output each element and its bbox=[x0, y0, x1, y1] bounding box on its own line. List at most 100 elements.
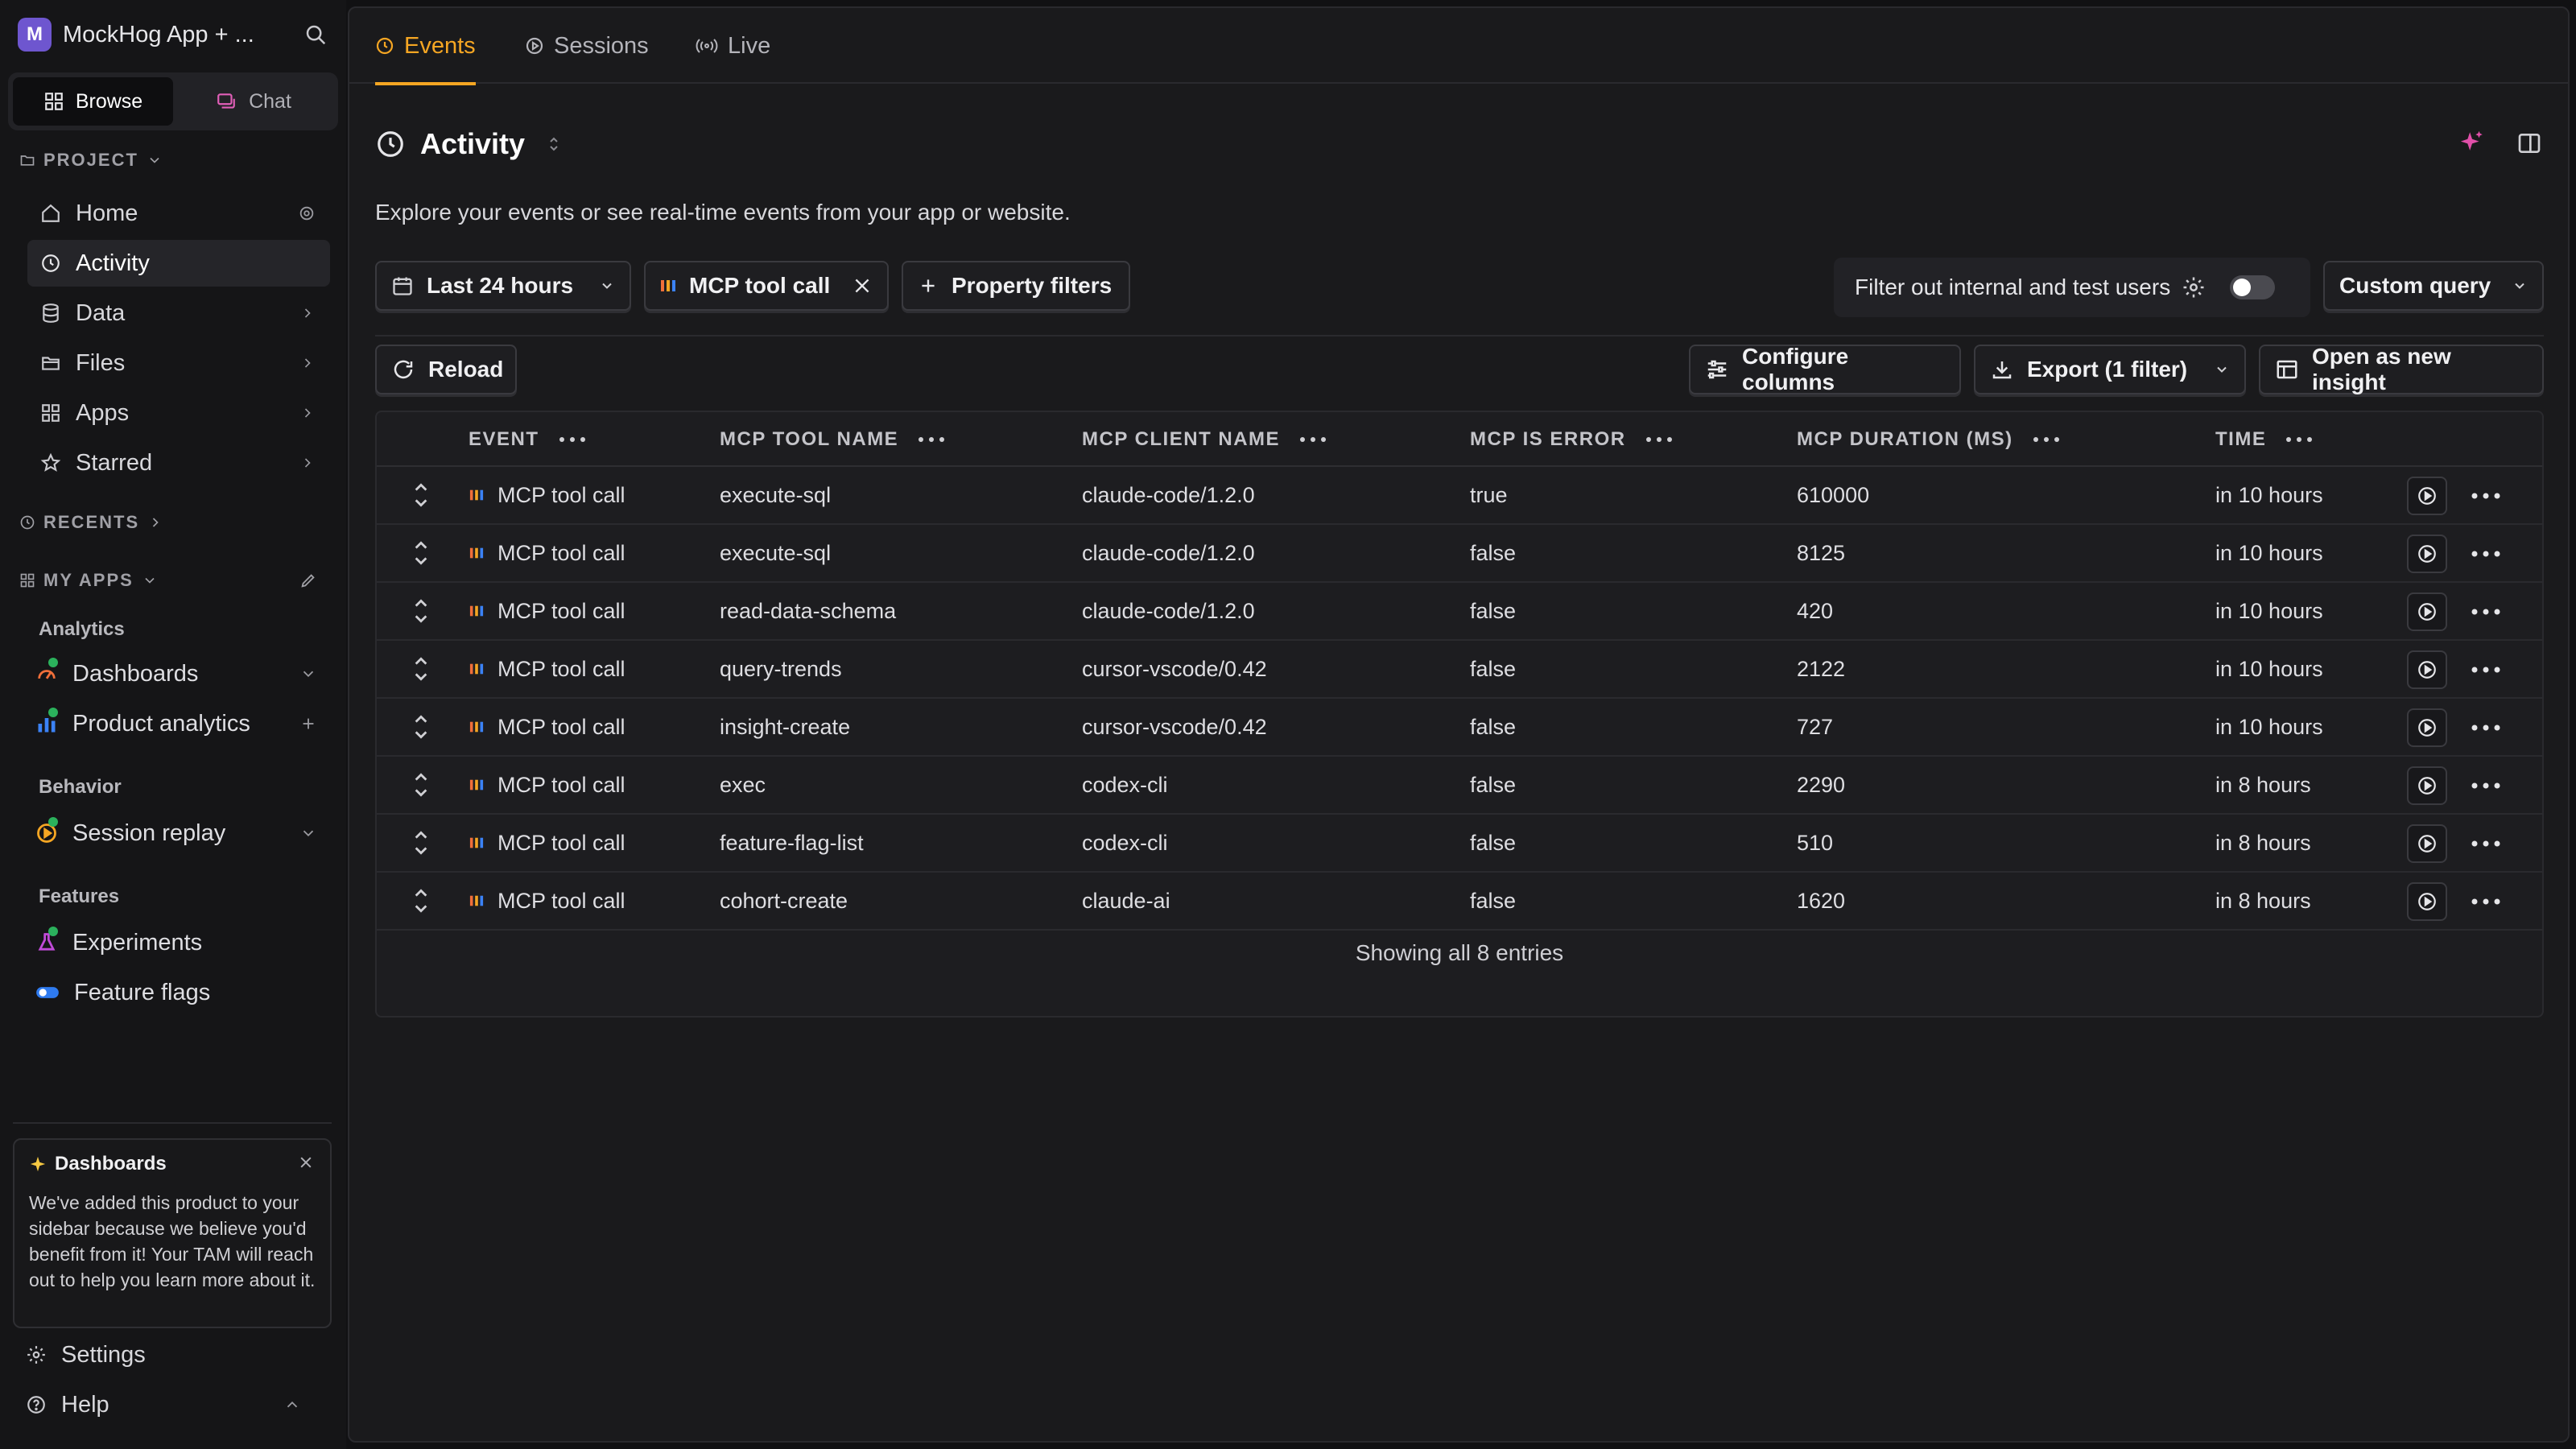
internal-filter-toggle[interactable] bbox=[2230, 275, 2276, 299]
sidebar-item-home[interactable]: Home bbox=[27, 190, 330, 237]
gear-icon[interactable] bbox=[2182, 275, 2206, 299]
column-header-event[interactable]: EVENT bbox=[469, 412, 586, 467]
expand-row-icon[interactable] bbox=[411, 886, 431, 916]
tab-live[interactable]: Live bbox=[696, 8, 770, 84]
cell-text: query-trends bbox=[720, 656, 842, 681]
filter-divider bbox=[375, 335, 2544, 336]
table-row[interactable]: MCP tool call cohort-create claude-ai false… bbox=[377, 873, 2542, 931]
more-icon[interactable] bbox=[2470, 536, 2502, 572]
close-icon[interactable] bbox=[298, 1154, 314, 1170]
chevron-up-icon[interactable] bbox=[283, 1396, 301, 1414]
search-icon[interactable] bbox=[299, 19, 332, 51]
more-icon[interactable] bbox=[2470, 478, 2502, 514]
chevron-up-down-icon[interactable] bbox=[546, 134, 562, 154]
expand-row-icon[interactable] bbox=[411, 712, 431, 742]
table-row[interactable]: MCP tool call execute-sql claude-code/1.2.… bbox=[377, 467, 2542, 525]
sidebar-item-help[interactable]: Help bbox=[13, 1381, 316, 1428]
view-recording-button[interactable] bbox=[2407, 708, 2447, 747]
column-header-mcp-client-name[interactable]: MCP CLIENT NAME bbox=[1082, 412, 1327, 467]
more-icon[interactable] bbox=[2033, 436, 2060, 444]
database-icon bbox=[40, 303, 61, 324]
column-header-mcp-duration[interactable]: MCP DURATION (MS) bbox=[1797, 412, 2060, 467]
close-icon[interactable] bbox=[852, 275, 873, 296]
recents-section-header[interactable]: RECENTS bbox=[19, 512, 163, 533]
custom-query-select[interactable]: Custom query bbox=[2323, 261, 2544, 311]
event-filter-chip[interactable]: MCP tool call bbox=[644, 261, 889, 311]
view-recording-button[interactable] bbox=[2407, 592, 2447, 631]
sidebar-item-dashboards[interactable]: Dashboards bbox=[35, 650, 330, 697]
settings-dot-icon[interactable] bbox=[298, 204, 316, 222]
more-icon[interactable] bbox=[918, 436, 945, 444]
view-recording-button[interactable] bbox=[2407, 766, 2447, 805]
table-row[interactable]: MCP tool call insight-create cursor-vscode… bbox=[377, 699, 2542, 757]
more-icon[interactable] bbox=[2470, 826, 2502, 861]
column-header-label: MCP IS ERROR bbox=[1470, 428, 1626, 450]
sidebar-item-label: Data bbox=[76, 299, 126, 326]
plus-icon[interactable] bbox=[299, 715, 317, 733]
side-panel-icon[interactable] bbox=[2516, 130, 2542, 156]
sidebar-item-data[interactable]: Data bbox=[27, 290, 330, 336]
sidebar-item-label: Home bbox=[76, 200, 138, 226]
chevron-down-icon[interactable] bbox=[299, 665, 317, 683]
more-icon[interactable] bbox=[1299, 436, 1327, 444]
expand-row-icon[interactable] bbox=[411, 596, 431, 626]
apps-icon bbox=[40, 402, 61, 423]
view-recording-button[interactable] bbox=[2407, 477, 2447, 515]
sidebar-item-activity[interactable]: Activity bbox=[27, 240, 330, 287]
sidebar-item-feature-flags[interactable]: Feature flags bbox=[35, 969, 330, 1016]
app-label: Session replay bbox=[72, 819, 226, 846]
view-recording-button[interactable] bbox=[2407, 882, 2447, 921]
sidebar-item-files[interactable]: Files bbox=[27, 340, 330, 386]
view-recording-button[interactable] bbox=[2407, 535, 2447, 573]
workspace-switcher[interactable]: M MockHog App + ... bbox=[18, 16, 332, 53]
sidebar-item-apps[interactable]: Apps bbox=[27, 390, 330, 436]
browse-tab[interactable]: Browse bbox=[13, 77, 173, 126]
expand-row-icon[interactable] bbox=[411, 480, 431, 510]
sidebar-item-session-replay[interactable]: Session replay bbox=[35, 810, 330, 857]
sidebar-item-starred[interactable]: Starred bbox=[27, 440, 330, 486]
more-icon[interactable] bbox=[2470, 768, 2502, 803]
expand-row-icon[interactable] bbox=[411, 654, 431, 684]
tab-events[interactable]: Events bbox=[375, 8, 476, 85]
sidebar-item-experiments[interactable]: Experiments bbox=[35, 919, 330, 966]
expand-row-icon[interactable] bbox=[411, 770, 431, 800]
internal-users-filter[interactable]: Filter out internal and test users bbox=[1834, 258, 2310, 317]
cell-text: false bbox=[1470, 540, 1517, 565]
more-icon[interactable] bbox=[559, 436, 586, 444]
cell-text: false bbox=[1470, 772, 1517, 797]
open-insight-button[interactable]: Open as new insight bbox=[2259, 344, 2544, 394]
more-icon[interactable] bbox=[2470, 710, 2502, 745]
more-icon[interactable] bbox=[2470, 652, 2502, 687]
sidebar-item-product-analytics[interactable]: Product analytics bbox=[35, 700, 330, 747]
pencil-icon[interactable] bbox=[299, 572, 317, 589]
table-row[interactable]: MCP tool call read-data-schema claude-code… bbox=[377, 583, 2542, 641]
more-icon[interactable] bbox=[2470, 594, 2502, 630]
my-apps-section-header[interactable]: MY APPS bbox=[19, 570, 317, 591]
column-header-time[interactable]: TIME bbox=[2215, 412, 2313, 467]
export-button[interactable]: Export (1 filter) bbox=[1974, 345, 2246, 394]
chat-tab[interactable]: Chat bbox=[173, 77, 333, 126]
table-row[interactable]: MCP tool call exec codex-cli false 2290 in 8 … bbox=[377, 757, 2542, 815]
more-icon[interactable] bbox=[2470, 884, 2502, 919]
expand-row-icon[interactable] bbox=[411, 828, 431, 858]
column-header-mcp-tool-name[interactable]: MCP TOOL NAME bbox=[720, 412, 945, 467]
project-section-header[interactable]: PROJECT bbox=[19, 150, 163, 171]
more-icon[interactable] bbox=[1645, 436, 1673, 444]
configure-columns-button[interactable]: Configure columns bbox=[1689, 344, 1961, 394]
reload-button[interactable]: Reload bbox=[375, 345, 517, 394]
view-recording-button[interactable] bbox=[2407, 824, 2447, 863]
table-row[interactable]: MCP tool call feature-flag-list codex-cli f… bbox=[377, 815, 2542, 873]
expand-row-icon[interactable] bbox=[411, 538, 431, 568]
property-filters-button[interactable]: Property filters bbox=[902, 261, 1130, 311]
chevron-down-icon[interactable] bbox=[299, 824, 317, 842]
ai-sparkle-icon[interactable] bbox=[2458, 129, 2486, 156]
more-icon[interactable] bbox=[2285, 436, 2313, 444]
view-recording-button[interactable] bbox=[2407, 650, 2447, 689]
play-circle-icon bbox=[2417, 833, 2438, 854]
table-row[interactable]: MCP tool call query-trends cursor-vscode/0… bbox=[377, 641, 2542, 699]
table-row[interactable]: MCP tool call execute-sql claude-code/1.2.… bbox=[377, 525, 2542, 583]
date-range-select[interactable]: Last 24 hours bbox=[375, 261, 631, 311]
tab-sessions[interactable]: Sessions bbox=[525, 8, 649, 84]
column-header-mcp-is-error[interactable]: MCP IS ERROR bbox=[1470, 412, 1673, 467]
sidebar-item-settings[interactable]: Settings bbox=[13, 1331, 316, 1378]
